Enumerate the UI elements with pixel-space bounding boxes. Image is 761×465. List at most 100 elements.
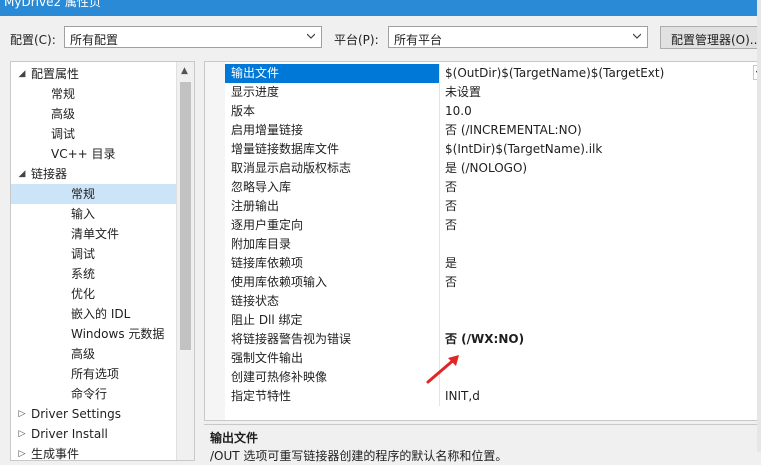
- property-name[interactable]: 将链接器警告视为错误: [225, 330, 440, 349]
- tree-item[interactable]: 高级: [11, 344, 177, 364]
- property-value[interactable]: $(OutDir)$(TargetName)$(TargetExt): [441, 64, 761, 83]
- tree-item[interactable]: ▷ 生成事件: [11, 444, 177, 461]
- tree-item[interactable]: 系统: [11, 264, 177, 284]
- tree-item[interactable]: 常规: [11, 84, 177, 104]
- tree-item[interactable]: ◢ 链接器: [11, 164, 177, 184]
- tree-item[interactable]: 调试: [11, 244, 177, 264]
- property-row[interactable]: 链接状态: [225, 292, 761, 311]
- collapse-icon[interactable]: ◢: [17, 64, 27, 84]
- property-value[interactable]: 否: [441, 178, 761, 197]
- config-combo[interactable]: 所有配置: [64, 26, 322, 48]
- property-value[interactable]: 是: [441, 254, 761, 273]
- tree-item[interactable]: 常规: [11, 184, 177, 204]
- property-name[interactable]: 版本: [225, 102, 440, 121]
- expand-icon[interactable]: ▷: [17, 444, 27, 460]
- tree-item[interactable]: 清单文件: [11, 224, 177, 244]
- property-name[interactable]: 指定节特性: [225, 387, 440, 406]
- property-value[interactable]: [441, 235, 761, 254]
- property-value[interactable]: INIT,d: [441, 387, 761, 406]
- property-name[interactable]: 显示进度: [225, 83, 440, 102]
- tree-item-label: 生成事件: [31, 447, 80, 461]
- tree-item-label: 高级: [51, 107, 76, 121]
- property-value[interactable]: 否: [441, 197, 761, 216]
- collapse-icon[interactable]: ◢: [17, 164, 27, 184]
- property-row[interactable]: 显示进度 未设置: [225, 83, 761, 102]
- property-row[interactable]: 逐用户重定向否: [225, 216, 761, 235]
- property-name[interactable]: 忽略导入库: [225, 178, 440, 197]
- property-row[interactable]: 创建可热修补映像: [225, 368, 761, 387]
- property-value[interactable]: [441, 292, 761, 311]
- description-title: 输出文件: [210, 431, 259, 445]
- tree-item-label: Windows 元数据: [71, 327, 165, 341]
- property-value[interactable]: 否 (/INCREMENTAL:NO): [441, 121, 761, 140]
- property-row[interactable]: 启用增量链接否 (/INCREMENTAL:NO): [225, 121, 761, 140]
- property-name[interactable]: 启用增量链接: [225, 121, 440, 140]
- tree-scrollbar[interactable]: ▲: [176, 62, 194, 460]
- tree-item[interactable]: 嵌入的 IDL: [11, 304, 177, 324]
- tree-item[interactable]: 优化: [11, 284, 177, 304]
- property-row[interactable]: 取消显示启动版权标志是 (/NOLOGO): [225, 159, 761, 178]
- property-value[interactable]: 否: [441, 216, 761, 235]
- property-row[interactable]: 阻止 Dll 绑定: [225, 311, 761, 330]
- tree-item-label: 优化: [71, 287, 96, 301]
- tree-item[interactable]: ▷ Driver Install: [11, 424, 177, 444]
- property-name[interactable]: 注册输出: [225, 197, 440, 216]
- property-name[interactable]: 链接库依赖项: [225, 254, 440, 273]
- property-value[interactable]: [441, 311, 761, 330]
- property-row[interactable]: 使用库依赖项输入否: [225, 273, 761, 292]
- property-row[interactable]: 附加库目录: [225, 235, 761, 254]
- expand-icon[interactable]: ▷: [17, 424, 27, 444]
- property-name[interactable]: 取消显示启动版权标志: [225, 159, 440, 178]
- property-value[interactable]: 10.0: [441, 102, 761, 121]
- grid-gutter: [205, 62, 225, 420]
- property-value[interactable]: 未设置: [441, 83, 761, 102]
- tree-item-label: 调试: [71, 247, 96, 261]
- property-name[interactable]: 使用库依赖项输入: [225, 273, 440, 292]
- scrollbar-thumb[interactable]: [180, 82, 191, 350]
- tree-item-label: 嵌入的 IDL: [71, 307, 131, 321]
- property-row[interactable]: 注册输出否: [225, 197, 761, 216]
- tree-item[interactable]: Windows 元数据: [11, 324, 177, 344]
- tree-item-label: Driver Install: [31, 427, 108, 441]
- tree-item[interactable]: 调试: [11, 124, 177, 144]
- property-value[interactable]: 否 (/WX:NO): [441, 330, 761, 349]
- property-name[interactable]: 阻止 Dll 绑定: [225, 311, 440, 330]
- property-value[interactable]: [441, 349, 761, 368]
- tree-item[interactable]: 所有选项: [11, 364, 177, 384]
- expand-icon[interactable]: ▷: [17, 404, 27, 424]
- property-name[interactable]: 强制文件输出: [225, 349, 440, 368]
- property-name[interactable]: 创建可热修补映像: [225, 368, 440, 387]
- description-text: /OUT 选项可重写链接器创建的程序的默认名称和位置。: [210, 449, 508, 463]
- tree-item[interactable]: ◢ 配置属性: [11, 64, 177, 84]
- property-name[interactable]: 附加库目录: [225, 235, 440, 254]
- property-row[interactable]: 版本 10.0: [225, 102, 761, 121]
- property-name[interactable]: 增量链接数据库文件: [225, 140, 440, 159]
- property-row[interactable]: 输出文件 $(OutDir)$(TargetName)$(TargetExt): [225, 64, 761, 83]
- property-value[interactable]: $(IntDir)$(TargetName).ilk: [441, 140, 761, 159]
- property-row[interactable]: 将链接器警告视为错误否 (/WX:NO): [225, 330, 761, 349]
- window-edge: [757, 0, 761, 452]
- tree-item[interactable]: 高级: [11, 104, 177, 124]
- config-manager-button[interactable]: 配置管理器(O)...: [660, 26, 761, 49]
- scroll-up-icon[interactable]: ▲: [181, 66, 188, 76]
- property-name[interactable]: 输出文件: [225, 64, 440, 83]
- platform-combo[interactable]: 所有平台: [388, 26, 648, 48]
- property-value[interactable]: [441, 368, 761, 387]
- property-value[interactable]: 是 (/NOLOGO): [441, 159, 761, 178]
- tree-item[interactable]: ▷ Driver Settings: [11, 404, 177, 424]
- property-name[interactable]: 逐用户重定向: [225, 216, 440, 235]
- property-row[interactable]: 指定节特性 INIT,d: [225, 387, 761, 406]
- property-row[interactable]: 忽略导入库否: [225, 178, 761, 197]
- tree-item-label: 常规: [51, 87, 76, 101]
- tree-item-label: 命令行: [71, 387, 108, 401]
- description-panel: 输出文件 /OUT 选项可重写链接器创建的程序的默认名称和位置。: [204, 424, 761, 465]
- tree-item[interactable]: VC++ 目录: [11, 144, 177, 164]
- annotation-arrow: [426, 355, 459, 384]
- property-row[interactable]: 链接库依赖项是: [225, 254, 761, 273]
- property-name[interactable]: 链接状态: [225, 292, 440, 311]
- property-row[interactable]: 增量链接数据库文件 $(IntDir)$(TargetName).ilk: [225, 140, 761, 159]
- tree-item[interactable]: 输入: [11, 204, 177, 224]
- property-value[interactable]: 否: [441, 273, 761, 292]
- property-row[interactable]: 强制文件输出: [225, 349, 761, 368]
- tree-item[interactable]: 命令行: [11, 384, 177, 404]
